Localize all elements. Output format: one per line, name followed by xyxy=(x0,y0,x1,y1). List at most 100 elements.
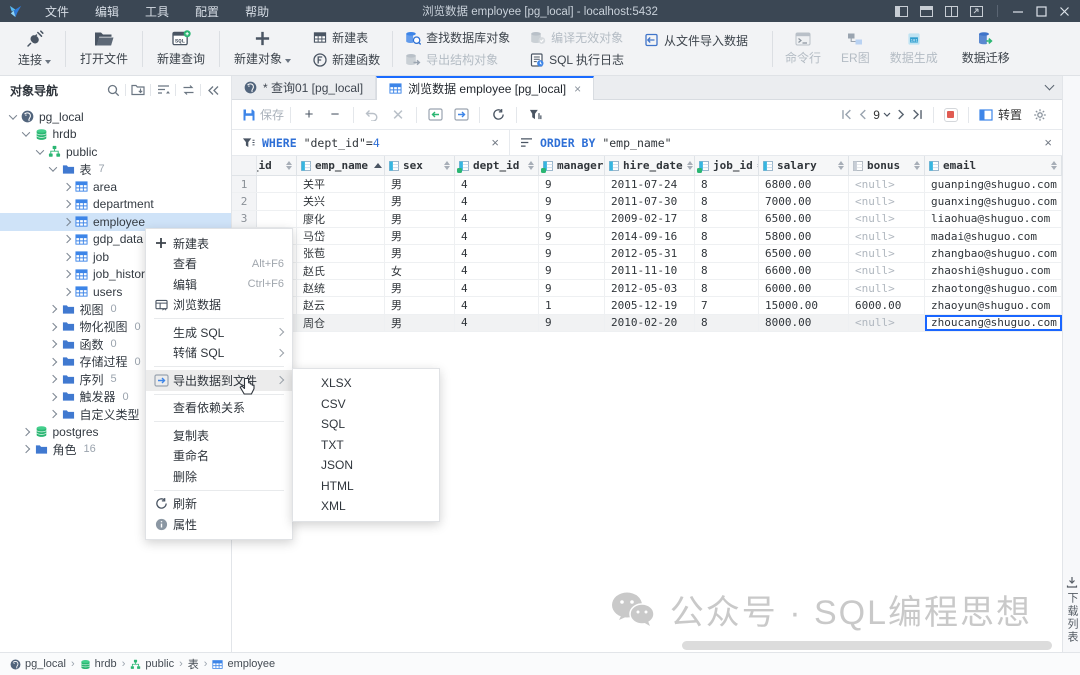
command-line-button[interactable]: 命令行 xyxy=(775,22,831,75)
expander-down-icon[interactable] xyxy=(33,145,46,158)
add-row-button[interactable]: + xyxy=(297,104,321,126)
expander-right-icon[interactable] xyxy=(47,408,60,421)
sql-exec-log-button[interactable]: SQL 执行日志 xyxy=(530,52,624,68)
expander-right-icon[interactable] xyxy=(20,443,33,456)
tab-browse-data-employee[interactable]: 浏览数据 employee [pg_local] × xyxy=(376,76,594,100)
cell-email[interactable]: zhaotong@shuguo.com xyxy=(925,280,1062,296)
cell-bonus[interactable]: <null> xyxy=(849,315,925,331)
cell-email[interactable]: zhaoshi@shuguo.com xyxy=(925,263,1062,279)
expander-right-icon[interactable] xyxy=(47,373,60,386)
row-number[interactable]: 2 xyxy=(232,193,257,209)
breadcrumb-item-employee[interactable]: employee xyxy=(212,658,275,670)
cell-hire_date[interactable]: 2011-11-10 xyxy=(605,263,695,279)
breadcrumb-item-pg_local[interactable]: pg_local xyxy=(10,658,66,670)
cell-bonus[interactable]: 6000.00 xyxy=(849,297,925,313)
tab-close-icon[interactable]: × xyxy=(574,82,581,96)
sort-toggle-icon[interactable] xyxy=(1047,161,1057,170)
export-format-txt[interactable]: TXT xyxy=(293,435,439,456)
cancel-edit-button[interactable]: ✕ xyxy=(386,104,410,126)
cell-manager[interactable]: 9 xyxy=(539,193,605,209)
layout-expand-icon[interactable] xyxy=(970,6,983,17)
cell-hire_date[interactable]: 2010-02-20 xyxy=(605,315,695,331)
cell-sex[interactable]: 男 xyxy=(385,297,455,313)
cell-dept_id[interactable]: 4 xyxy=(455,263,539,279)
cell-job_id[interactable]: 8 xyxy=(695,245,759,261)
where-clause[interactable]: WHERE "dept_id"=4 × xyxy=(232,130,510,155)
er-diagram-button[interactable]: ER图 xyxy=(831,22,880,75)
export-format-xlsx[interactable]: XLSX xyxy=(293,373,439,394)
menu-config[interactable]: 配置 xyxy=(195,3,219,20)
expander-down-icon[interactable] xyxy=(47,163,60,176)
clear-where-icon[interactable]: × xyxy=(491,135,499,150)
column-header-job_id[interactable]: job_id xyxy=(695,156,759,175)
export-format-sql[interactable]: SQL xyxy=(293,414,439,435)
cell-job_id[interactable]: 8 xyxy=(695,315,759,331)
cell-hire_date[interactable]: 2012-05-03 xyxy=(605,280,695,296)
column-header-email[interactable]: email xyxy=(925,156,1062,175)
open-file-button[interactable]: 打开文件 xyxy=(68,22,140,75)
context-menu-item-编辑[interactable]: 编辑Ctrl+F6 xyxy=(146,274,292,295)
cell-dept_id[interactable]: 4 xyxy=(455,228,539,244)
layout-split-icon[interactable] xyxy=(945,6,958,17)
expander-right-icon[interactable] xyxy=(60,268,73,281)
filter-button[interactable] xyxy=(523,104,547,126)
expander-right-icon[interactable] xyxy=(60,285,73,298)
export-format-json[interactable]: JSON xyxy=(293,455,439,476)
cell-email[interactable]: zhoucang@shuguo.com xyxy=(925,315,1062,331)
context-menu-item-重命名[interactable]: 重命名 xyxy=(146,446,292,467)
export-data-button[interactable] xyxy=(449,104,473,126)
expander-right-icon[interactable] xyxy=(60,215,73,228)
grid-row[interactable]: 3廖化男492009-02-1786500.00<null>liaohua@sh… xyxy=(232,211,1062,228)
sync-icon[interactable] xyxy=(176,80,200,100)
cell-dept_id[interactable]: 4 xyxy=(455,297,539,313)
collapse-panel-icon[interactable] xyxy=(201,80,225,100)
clear-order-icon[interactable]: × xyxy=(1044,135,1052,150)
grid-row[interactable]: 7赵统男492012-05-0386000.00<null>zhaotong@s… xyxy=(232,280,1062,297)
context-menu-item-刷新[interactable]: 刷新 xyxy=(146,494,292,515)
cell-sex[interactable]: 男 xyxy=(385,315,455,331)
cell-salary[interactable]: 8000.00 xyxy=(759,315,849,331)
tree-item-area[interactable]: area xyxy=(0,178,231,196)
cell-sex[interactable]: 男 xyxy=(385,228,455,244)
cell-dept_id[interactable]: 4 xyxy=(455,176,539,192)
cell-bonus[interactable]: <null> xyxy=(849,193,925,209)
context-menu-item-属性[interactable]: 属性 xyxy=(146,514,292,535)
first-page-icon[interactable] xyxy=(841,109,852,120)
cell-job_id[interactable]: 8 xyxy=(695,211,759,227)
context-menu-item-新建表[interactable]: 新建表 xyxy=(146,233,292,254)
next-page-icon[interactable] xyxy=(897,109,906,120)
expander-right-icon[interactable] xyxy=(47,338,60,351)
expander-right-icon[interactable] xyxy=(60,198,73,211)
cell-manager[interactable]: 1 xyxy=(539,297,605,313)
expander-down-icon[interactable] xyxy=(6,110,19,123)
cell-bonus[interactable]: <null> xyxy=(849,176,925,192)
layout-bottom-panel-icon[interactable] xyxy=(920,6,933,17)
cell-manager[interactable]: 9 xyxy=(539,228,605,244)
cell-job_id[interactable]: 8 xyxy=(695,176,759,192)
breadcrumb-item-public[interactable]: public xyxy=(130,658,174,670)
find-db-objects-button[interactable]: 查找数据库对象 xyxy=(405,30,510,46)
cell-manager[interactable]: 9 xyxy=(539,280,605,296)
import-data-button[interactable] xyxy=(423,104,447,126)
download-list-button[interactable]: 下载列表 xyxy=(1063,576,1080,644)
cell-emp_id[interactable] xyxy=(257,211,297,227)
menu-tools[interactable]: 工具 xyxy=(145,3,169,20)
expander-right-icon[interactable] xyxy=(47,355,60,368)
tree-item-hrdb[interactable]: hrdb xyxy=(0,126,231,144)
import-from-file-button[interactable]: 从文件导入数据 xyxy=(644,32,748,48)
maximize-button[interactable] xyxy=(1036,6,1047,17)
cell-job_id[interactable]: 7 xyxy=(695,297,759,313)
data-generate-button[interactable]: 101 数据生成 xyxy=(880,22,948,75)
expander-right-icon[interactable] xyxy=(47,390,60,403)
sort-ascending-icon[interactable] xyxy=(374,163,382,168)
data-migrate-button[interactable]: 数据迁移 xyxy=(948,22,1024,75)
expander-right-icon[interactable] xyxy=(60,250,73,263)
page-number-select[interactable]: 9 xyxy=(873,108,891,122)
cell-job_id[interactable]: 8 xyxy=(695,228,759,244)
cell-salary[interactable]: 6000.00 xyxy=(759,280,849,296)
cell-emp_name[interactable]: 廖化 xyxy=(297,211,385,227)
cell-salary[interactable]: 6800.00 xyxy=(759,176,849,192)
sort-toggle-icon[interactable] xyxy=(834,161,844,170)
cell-email[interactable]: zhaoyun@shuguo.com xyxy=(925,297,1062,313)
new-query-button[interactable]: SQL 新建查询 xyxy=(145,22,217,75)
